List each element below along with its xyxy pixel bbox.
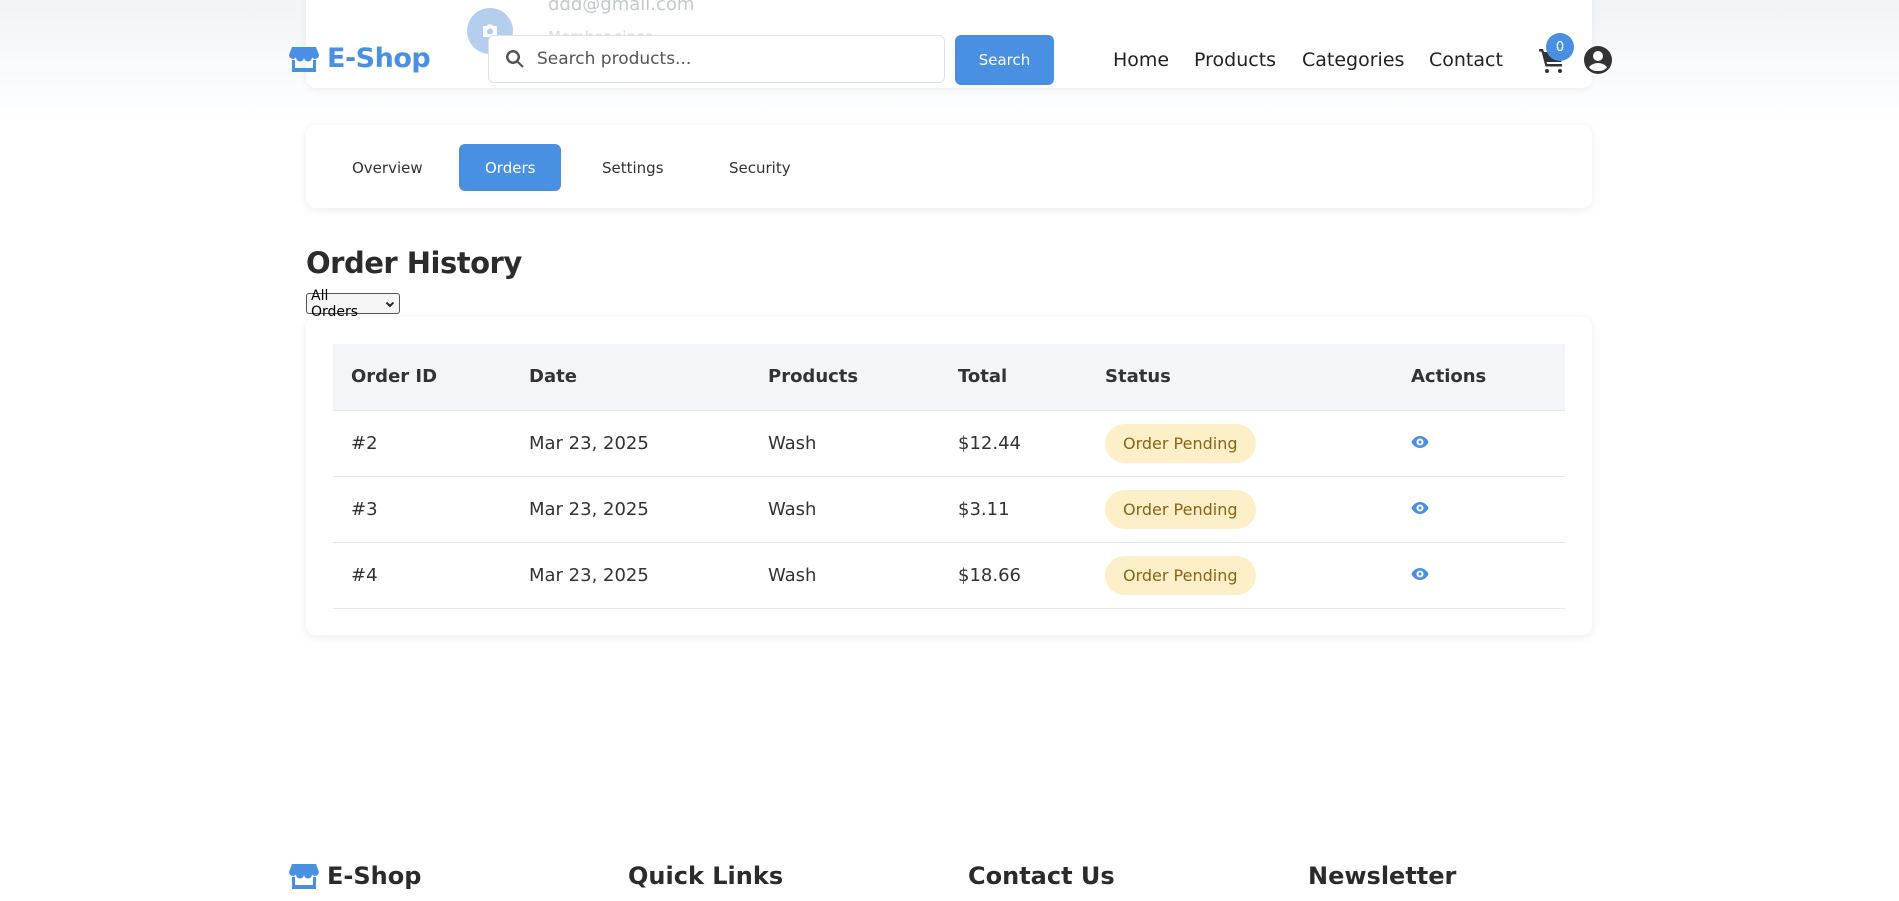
order-date: Mar 23, 2025 [511,542,750,609]
nav-categories[interactable]: Categories [1302,49,1404,71]
view-order-button[interactable] [1411,433,1429,454]
column-header-order-id: Order ID [333,344,511,411]
table-row: #4 Mar 23, 2025 Wash $18.66 Order Pendin… [333,542,1565,609]
order-products: Wash [750,542,940,609]
column-header-products: Products [750,344,940,411]
order-date: Mar 23, 2025 [511,410,750,477]
actions-cell [1393,542,1565,609]
status-cell: Order Pending [1087,476,1393,543]
order-date: Mar 23, 2025 [511,476,750,543]
order-total: $18.66 [940,542,1087,609]
column-header-actions: Actions [1393,344,1565,411]
footer-heading-quick-links: Quick Links [628,862,784,890]
view-order-button[interactable] [1411,565,1429,586]
user-account-button[interactable] [1583,45,1613,75]
status-cell: Order Pending [1087,410,1393,477]
table-header-row: Order ID Date Products Total Status Acti… [333,344,1565,411]
actions-cell [1393,410,1565,477]
order-id: #2 [333,410,511,477]
tab-overview[interactable]: Overview [326,144,449,191]
table-row: #3 Mar 23, 2025 Wash $3.11 Order Pending [333,476,1565,543]
actions-cell [1393,476,1565,543]
site-logo[interactable]: E-Shop [289,43,431,74]
profile-tabs: Overview Orders Settings Security [306,125,1592,208]
table-row: #2 Mar 23, 2025 Wash $12.44 Order Pendin… [333,410,1565,477]
nav-contact[interactable]: Contact [1429,49,1503,71]
eye-icon [1411,501,1429,514]
tab-security[interactable]: Security [703,144,817,191]
view-order-button[interactable] [1411,499,1429,520]
order-products: Wash [750,476,940,543]
search-icon [506,50,524,68]
chevron-down-icon [385,301,395,307]
page-title: Order History [306,246,522,280]
search-input[interactable] [535,48,919,70]
order-filter-select[interactable]: All Orders [306,288,400,320]
status-badge: Order Pending [1105,423,1256,463]
order-total: $3.11 [940,476,1087,543]
order-id: #4 [333,542,511,609]
nav-home[interactable]: Home [1113,49,1169,71]
search-button[interactable]: Search [955,35,1054,85]
footer-logo-text: E-Shop [327,862,422,890]
status-badge: Order Pending [1105,489,1256,529]
status-badge: Order Pending [1105,555,1256,595]
footer-logo[interactable]: E-Shop [289,862,421,890]
store-icon [289,46,319,72]
search-box[interactable] [488,35,945,83]
column-header-total: Total [940,344,1087,411]
order-filter-value: All Orders [311,287,359,320]
profile-email: ddd@gmail.com [548,0,695,15]
store-icon [289,864,319,889]
orders-card: Order ID Date Products Total Status Acti… [306,317,1592,635]
footer-heading-contact: Contact Us [968,862,1115,890]
footer-heading-newsletter: Newsletter [1308,862,1457,890]
orders-table: Order ID Date Products Total Status Acti… [333,344,1565,609]
cart-count-badge: 0 [1546,33,1574,61]
order-id: #3 [333,476,511,543]
column-header-date: Date [511,344,750,411]
logo-text: E-Shop [327,43,431,74]
status-cell: Order Pending [1087,542,1393,609]
eye-icon [1411,567,1429,580]
order-total: $12.44 [940,410,1087,477]
tab-settings[interactable]: Settings [576,144,690,191]
eye-icon [1411,435,1429,448]
user-icon [1584,46,1612,74]
column-header-status: Status [1087,344,1393,411]
tab-orders[interactable]: Orders [459,144,562,191]
nav-products[interactable]: Products [1194,49,1276,71]
order-products: Wash [750,410,940,477]
